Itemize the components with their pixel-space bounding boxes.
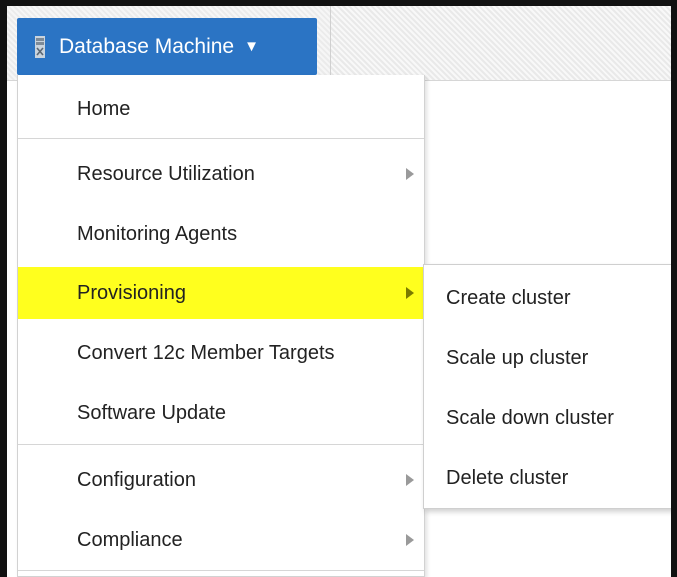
menu-item-home[interactable]: Home: [18, 83, 424, 135]
menu-divider: [18, 570, 424, 571]
provisioning-submenu: Create cluster Scale up cluster Scale do…: [423, 264, 677, 509]
submenu-arrow-icon: [406, 534, 414, 546]
menu-divider: [18, 444, 424, 445]
screen-border-left: [0, 0, 7, 577]
menu-item-provisioning[interactable]: Provisioning: [18, 267, 424, 319]
submenu-item-label: Delete cluster: [446, 466, 569, 489]
submenu-item-label: Scale up cluster: [446, 346, 589, 369]
submenu-item-label: Create cluster: [446, 286, 571, 309]
menu-item-label: Provisioning: [77, 281, 186, 304]
menu-item-label: Configuration: [77, 468, 196, 491]
submenu-item-create-cluster[interactable]: Create cluster: [424, 269, 676, 327]
database-machine-button[interactable]: Database Machine ▼: [17, 18, 317, 75]
toolbar-region: [330, 6, 672, 80]
menu-item-resource-utilization[interactable]: Resource Utilization: [18, 148, 424, 200]
menu-item-label: Home: [77, 97, 131, 120]
menu-item-label: Software Update: [77, 401, 226, 424]
submenu-arrow-icon: [406, 168, 414, 180]
submenu-item-scale-up-cluster[interactable]: Scale up cluster: [424, 329, 676, 387]
server-icon: [35, 35, 45, 58]
menu-item-compliance[interactable]: Compliance: [18, 514, 424, 566]
submenu-arrow-icon: [406, 287, 414, 299]
caret-down-icon: ▼: [244, 38, 259, 55]
screenshot-frame: Database Machine ▼ Home Resource Utiliza…: [0, 0, 677, 577]
screen-border-top: [0, 0, 677, 6]
menu-item-monitoring-agents[interactable]: Monitoring Agents: [18, 208, 424, 260]
submenu-item-label: Scale down cluster: [446, 406, 614, 429]
database-machine-menu: Home Resource Utilization Monitoring Age…: [17, 75, 425, 577]
menu-item-software-update[interactable]: Software Update: [18, 387, 424, 439]
menu-item-label: Convert 12c Member Targets: [77, 341, 335, 364]
menu-item-label: Monitoring Agents: [77, 222, 238, 245]
submenu-item-delete-cluster[interactable]: Delete cluster: [424, 449, 676, 507]
screen-border-right: [671, 0, 677, 577]
menu-item-label: Compliance: [77, 528, 183, 551]
menu-item-convert-12c-member-targets[interactable]: Convert 12c Member Targets: [18, 327, 424, 379]
submenu-item-scale-down-cluster[interactable]: Scale down cluster: [424, 389, 676, 447]
database-machine-label: Database Machine: [59, 34, 235, 58]
submenu-arrow-icon: [406, 474, 414, 486]
menu-item-configuration[interactable]: Configuration: [18, 454, 424, 506]
menu-item-label: Resource Utilization: [77, 162, 255, 185]
menu-divider: [18, 138, 424, 139]
